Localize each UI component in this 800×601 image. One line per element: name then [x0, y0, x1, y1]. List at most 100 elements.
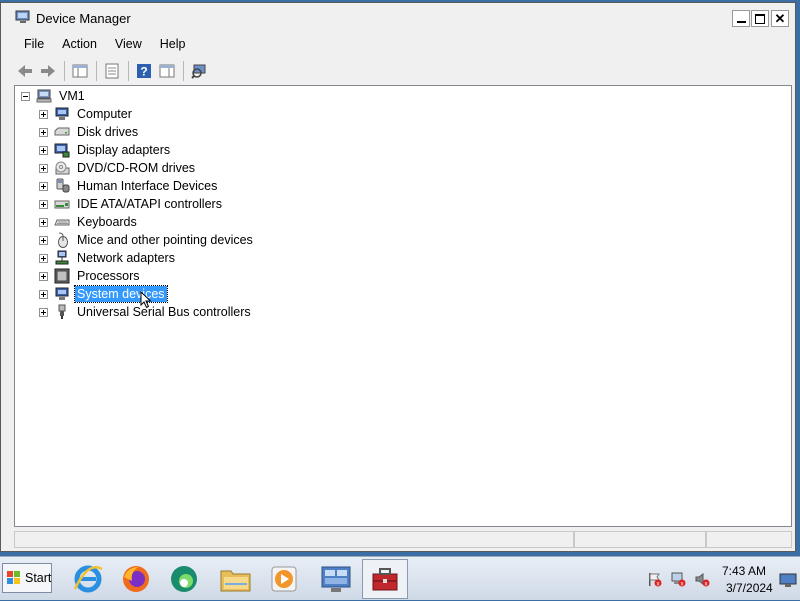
scan-hardware-icon [191, 64, 206, 79]
device-tree[interactable]: VM1 Computer Disk drives Display adapters D… [14, 85, 792, 527]
tree-item[interactable]: DVD/CD-ROM drives [39, 159, 197, 177]
tree-item-label: Processors [77, 269, 140, 283]
tree-item[interactable]: IDE ATA/ATAPI controllers [39, 195, 224, 213]
tree-item[interactable]: Keyboards [39, 213, 139, 231]
tree-item-label: Human Interface Devices [77, 179, 218, 193]
action-pane-icon [159, 64, 175, 78]
expand-icon[interactable] [39, 307, 48, 317]
forward-arrow-icon [41, 65, 55, 77]
server-manager-icon [321, 566, 351, 592]
tree-item-label: Mice and other pointing devices [77, 233, 253, 247]
expand-icon[interactable] [39, 199, 48, 209]
close-button[interactable]: ✕ [771, 10, 789, 27]
tree-item[interactable]: Network adapters [39, 249, 177, 267]
forward-button[interactable] [37, 60, 59, 82]
close-icon: ✕ [774, 11, 786, 26]
minimize-button[interactable] [732, 10, 750, 27]
edge-icon [171, 566, 197, 592]
expand-icon[interactable] [39, 145, 48, 155]
expand-icon[interactable] [39, 289, 48, 299]
expand-icon[interactable] [39, 127, 48, 137]
flag-alert-icon[interactable]: x [645, 570, 663, 588]
toolbar-separator [183, 61, 184, 81]
tree-root[interactable]: VM1 [21, 87, 87, 105]
maximize-button[interactable] [751, 10, 769, 27]
taskbar-firefox[interactable] [114, 559, 158, 599]
menu-bar: File Action View Help [11, 35, 195, 55]
menu-view[interactable]: View [106, 35, 151, 55]
computer-icon [54, 106, 70, 122]
taskbar-media-player[interactable] [262, 559, 306, 599]
taskbar-edge[interactable] [162, 559, 206, 599]
show-hide-tree-button[interactable] [69, 60, 91, 82]
tree-root-label: VM1 [59, 89, 85, 103]
minimize-icon [736, 21, 746, 23]
tree-item-label: Keyboards [77, 215, 137, 229]
scan-hardware-button[interactable] [188, 60, 210, 82]
tree-item-label: System devices [74, 285, 168, 303]
tree-item-label: Display adapters [77, 143, 171, 157]
svg-text:x: x [681, 581, 684, 587]
computer-root-icon [36, 88, 52, 104]
tree-item-label: Network adapters [77, 251, 175, 265]
start-button[interactable]: Start [2, 563, 52, 593]
system-devices-icon [54, 286, 70, 302]
menu-help[interactable]: Help [151, 35, 195, 55]
disk-drive-icon [54, 124, 70, 140]
tree-item-label: IDE ATA/ATAPI controllers [77, 197, 222, 211]
window-title: Device Manager [36, 11, 131, 26]
properties-icon [105, 63, 119, 79]
device-manager-window: Device Manager ✕ File Action View Help ? [0, 2, 796, 552]
taskbar-internet-explorer[interactable] [66, 559, 110, 599]
show-desktop-icon[interactable] [779, 571, 797, 589]
tree-item[interactable]: Human Interface Devices [39, 177, 219, 195]
windows-logo-icon [6, 570, 22, 586]
taskbar-server-manager[interactable] [314, 559, 358, 599]
network-alert-icon[interactable]: x [669, 570, 687, 588]
toolbar-separator [96, 61, 97, 81]
tree-item-label: Disk drives [77, 125, 139, 139]
volume-muted-icon[interactable]: x [693, 570, 711, 588]
file-explorer-icon [220, 570, 251, 592]
expand-icon[interactable] [39, 253, 48, 263]
collapse-icon[interactable] [21, 91, 30, 101]
menu-action[interactable]: Action [53, 35, 106, 55]
display-adapter-icon [54, 142, 70, 158]
tree-item[interactable]: Processors [39, 267, 142, 285]
tree-item[interactable]: Display adapters [39, 141, 172, 159]
help-button[interactable]: ? [133, 60, 155, 82]
title-bar[interactable]: Device Manager ✕ [1, 3, 795, 33]
tree-item-label: Universal Serial Bus controllers [77, 305, 251, 319]
status-bar [14, 531, 792, 550]
back-arrow-icon [18, 65, 32, 77]
taskbar-file-explorer[interactable] [214, 559, 258, 599]
expand-icon[interactable] [39, 109, 48, 119]
expand-icon[interactable] [39, 271, 48, 281]
back-button[interactable] [14, 60, 36, 82]
dvd-drive-icon [54, 160, 70, 176]
mouse-icon [54, 232, 70, 248]
tree-item[interactable]: Computer [39, 105, 134, 123]
toolbar-separator [64, 61, 65, 81]
mouse-cursor-icon [140, 290, 152, 312]
expand-icon[interactable] [39, 163, 48, 173]
clock-time[interactable]: 7:43 AM [722, 564, 766, 578]
help-icon: ? [137, 64, 151, 79]
action-pane-button[interactable] [156, 60, 178, 82]
menu-file[interactable]: File [11, 35, 53, 55]
properties-button[interactable] [101, 60, 123, 82]
start-label: Start [25, 571, 52, 585]
expand-icon[interactable] [39, 217, 48, 227]
tree-item-label: DVD/CD-ROM drives [77, 161, 196, 175]
clock-date[interactable]: 3/7/2024 [726, 581, 773, 595]
svg-text:x: x [657, 581, 660, 587]
tree-item[interactable]: Disk drives [39, 123, 140, 141]
usb-icon [54, 304, 70, 320]
tree-item[interactable]: Mice and other pointing devices [39, 231, 255, 249]
expand-icon[interactable] [39, 181, 48, 191]
hid-icon [54, 178, 70, 194]
status-cell-main [14, 531, 574, 548]
taskbar-toolbox[interactable] [362, 559, 408, 599]
svg-text:?: ? [140, 65, 147, 79]
expand-icon[interactable] [39, 235, 48, 245]
